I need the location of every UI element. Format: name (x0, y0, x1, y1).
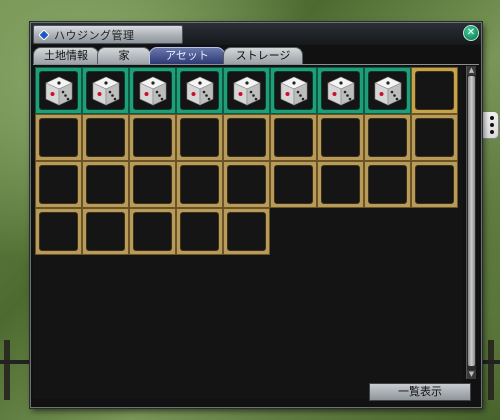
housing-management-window: ハウジング管理 ✕ 土地情報 家 アセット ストレージ ▲ ▼ 一覧表示 (30, 22, 482, 408)
dice-icon (133, 71, 172, 110)
dice-icon (274, 71, 313, 110)
inventory-grid (35, 67, 458, 255)
dice-icon (321, 71, 360, 110)
slot-inner (274, 118, 313, 157)
inventory-slot-empty[interactable] (364, 161, 411, 208)
inventory-slot-empty[interactable] (411, 161, 458, 208)
inventory-slot-empty[interactable] (223, 161, 270, 208)
inventory-slot-empty[interactable] (411, 67, 458, 114)
window-title-tab: ハウジング管理 (33, 25, 183, 44)
slot-inner (86, 212, 125, 251)
slot-inner (368, 118, 407, 157)
slot-inner (415, 118, 454, 157)
inventory-slot-dice[interactable] (176, 67, 223, 114)
inventory-slot-dice[interactable] (129, 67, 176, 114)
slot-inner (180, 118, 219, 157)
inventory-slot-dice[interactable] (35, 67, 82, 114)
dice-icon (86, 71, 125, 110)
inventory-slot-empty[interactable] (223, 114, 270, 161)
inventory-slot-dice[interactable] (223, 67, 270, 114)
slot-inner (86, 118, 125, 157)
slot-inner (86, 165, 125, 204)
inventory-slot-dice[interactable] (364, 67, 411, 114)
fence-post (488, 340, 494, 400)
close-icon[interactable]: ✕ (463, 25, 479, 41)
slot-inner (321, 118, 360, 157)
inventory-slot-empty[interactable] (35, 114, 82, 161)
inventory-slot-empty[interactable] (82, 161, 129, 208)
inventory-slot-empty[interactable] (176, 161, 223, 208)
slot-inner (39, 212, 78, 251)
slot-inner (368, 165, 407, 204)
fence-post (4, 340, 10, 400)
inventory-slot-dice[interactable] (317, 67, 364, 114)
inventory-slot-empty[interactable] (35, 208, 82, 255)
inventory-slot-empty[interactable] (82, 114, 129, 161)
inventory-slot-empty[interactable] (317, 161, 364, 208)
slot-inner (39, 165, 78, 204)
inventory-slot-empty[interactable] (364, 114, 411, 161)
slot-inner (227, 212, 266, 251)
slot-inner (180, 212, 219, 251)
inventory-panel (33, 66, 463, 399)
slot-inner (227, 165, 266, 204)
slot-inner (321, 165, 360, 204)
dice-icon (180, 71, 219, 110)
scrollbar[interactable]: ▲ ▼ (466, 66, 476, 379)
dice-icon (227, 71, 266, 110)
slot-inner (274, 165, 313, 204)
slot-inner (415, 71, 454, 110)
tab-land-info[interactable]: 土地情報 (33, 47, 99, 64)
inventory-slot-dice[interactable] (82, 67, 129, 114)
slot-inner (415, 165, 454, 204)
inventory-slot-empty[interactable] (129, 114, 176, 161)
inventory-slot-empty[interactable] (270, 114, 317, 161)
dice-icon (39, 71, 78, 110)
fence-rail (0, 360, 30, 364)
tab-house[interactable]: 家 (97, 47, 151, 64)
inventory-slot-empty[interactable] (176, 114, 223, 161)
inventory-slot-empty[interactable] (129, 208, 176, 255)
fence-rail (480, 360, 500, 364)
inventory-slot-empty[interactable] (223, 208, 270, 255)
diamond-icon (38, 29, 50, 41)
slot-inner (133, 165, 172, 204)
list-view-button[interactable]: 一覧表示 (369, 383, 471, 401)
tab-assets[interactable]: アセット (149, 47, 225, 64)
inventory-slot-empty[interactable] (176, 208, 223, 255)
slot-inner (39, 118, 78, 157)
inventory-slot-empty[interactable] (129, 161, 176, 208)
slot-inner (180, 165, 219, 204)
slot-inner (133, 212, 172, 251)
dice-icon (368, 71, 407, 110)
slot-inner (133, 118, 172, 157)
scroll-thumb[interactable] (468, 76, 475, 366)
inventory-slot-empty[interactable] (35, 161, 82, 208)
tab-bar: 土地情報 家 アセット ストレージ (33, 47, 479, 65)
inventory-slot-dice[interactable] (270, 67, 317, 114)
scroll-down-arrow[interactable]: ▼ (467, 370, 476, 379)
inventory-slot-empty[interactable] (411, 114, 458, 161)
inventory-slot-empty[interactable] (317, 114, 364, 161)
tab-storage[interactable]: ストレージ (223, 47, 303, 64)
inventory-slot-empty[interactable] (270, 161, 317, 208)
scroll-up-arrow[interactable]: ▲ (467, 66, 476, 75)
title-bar[interactable]: ハウジング管理 ✕ (31, 23, 481, 45)
window-title: ハウジング管理 (54, 28, 135, 42)
slot-inner (227, 118, 266, 157)
inventory-slot-empty[interactable] (82, 208, 129, 255)
